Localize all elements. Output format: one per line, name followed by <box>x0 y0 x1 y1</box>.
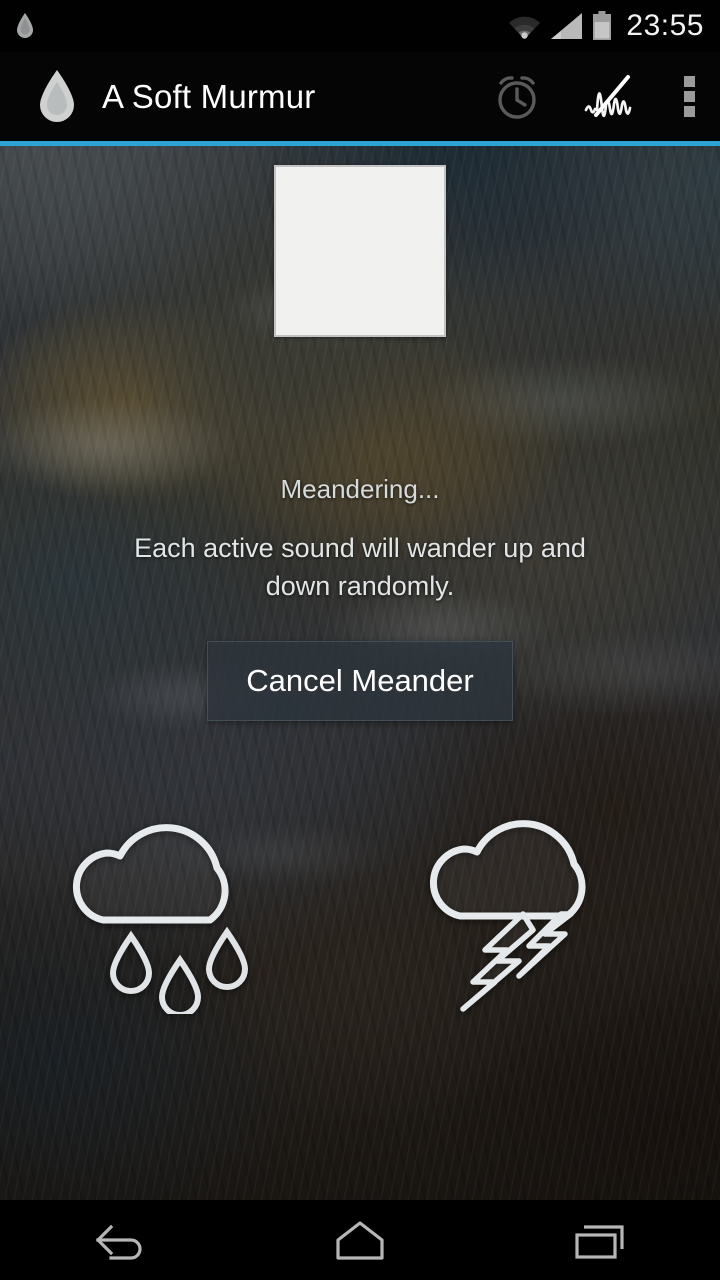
meander-waveform-slash-icon[interactable] <box>564 52 658 141</box>
rain-cloud-icon[interactable] <box>55 764 305 1019</box>
status-bar-system-icons: 23:55 <box>507 11 720 41</box>
wifi-icon <box>507 13 542 40</box>
cancel-meander-button[interactable]: Cancel Meander <box>207 641 513 721</box>
cellular-signal-icon <box>551 12 583 40</box>
water-drop-logo-icon <box>0 68 80 126</box>
sound-channel-thunder: Thunder <box>360 760 720 1263</box>
meander-description-text: Each active sound will wander up and dow… <box>134 533 586 601</box>
home-icon[interactable] <box>285 1200 435 1280</box>
navigation-bar <box>0 1200 720 1280</box>
status-bar: 23:55 <box>0 0 720 52</box>
battery-icon <box>592 11 612 41</box>
alarm-clock-icon[interactable] <box>470 52 564 141</box>
app-title: A Soft Murmur <box>102 77 316 115</box>
sound-channels: Rain Thunder <box>0 760 720 1263</box>
overflow-dots <box>683 72 695 121</box>
meander-status-text: Meandering... <box>280 474 440 504</box>
phone-screen: 23:55 A Soft Murmur Meandering... Each a… <box>0 0 720 1280</box>
water-drop-icon <box>14 12 36 40</box>
back-arrow-icon[interactable] <box>45 1200 195 1280</box>
action-bar: A Soft Murmur <box>0 52 720 141</box>
recent-apps-icon[interactable] <box>525 1200 675 1280</box>
meander-progress-indicator <box>274 165 446 337</box>
overflow-menu-icon[interactable] <box>658 52 720 141</box>
status-bar-clock: 23:55 <box>626 9 704 42</box>
action-bar-buttons <box>470 52 720 141</box>
sound-channel-rain: Rain <box>0 760 360 1263</box>
thunder-cloud-icon[interactable] <box>415 764 665 1019</box>
accent-divider <box>0 141 720 146</box>
status-bar-notifications <box>0 12 36 40</box>
main-content: Meandering... Each active sound will wan… <box>0 146 720 1263</box>
